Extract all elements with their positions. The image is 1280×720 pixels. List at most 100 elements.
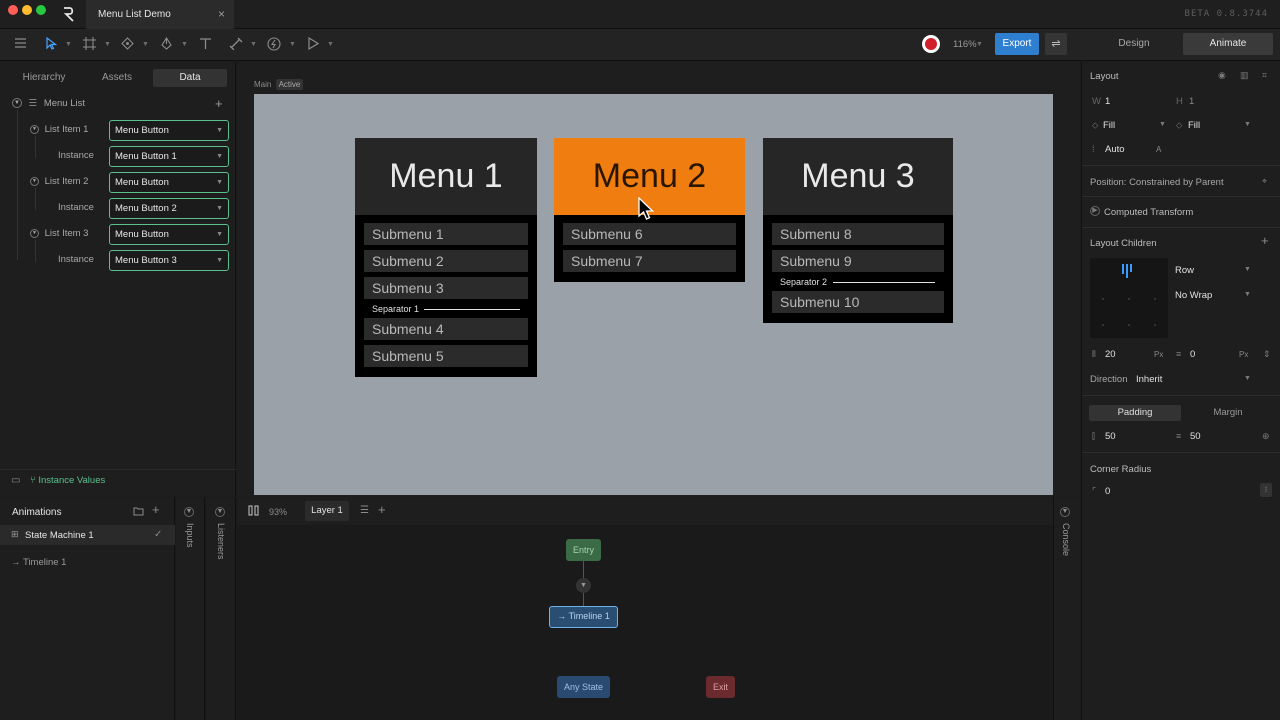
tree-item-instance[interactable]: Instance: [58, 147, 94, 165]
alignment-grid[interactable]: [1090, 258, 1168, 338]
tree-item-list-item-1[interactable]: ▼ List Item 1: [30, 121, 88, 139]
value-field[interactable]: Menu Button 3 ▼: [109, 250, 229, 271]
design-mode-tab[interactable]: Design: [1089, 33, 1179, 55]
tab-margin[interactable]: Margin: [1182, 405, 1274, 421]
gap-unit[interactable]: Px: [1154, 350, 1163, 359]
link-icon[interactable]: ⇕: [1263, 349, 1271, 360]
tab-data[interactable]: Data: [153, 69, 227, 87]
direction-select[interactable]: Row: [1175, 265, 1194, 276]
chevron-down-icon[interactable]: ▼: [1159, 121, 1166, 128]
tree-item-instance[interactable]: Instance: [58, 199, 94, 217]
close-window-button[interactable]: [8, 5, 18, 15]
layout-icon[interactable]: ▥: [1240, 70, 1249, 81]
menu-1[interactable]: Menu 1 Submenu 1 Submenu 2 Submenu 3 Sep…: [355, 138, 537, 377]
breadcrumb-main[interactable]: Main: [254, 80, 271, 89]
value-field[interactable]: Menu Button 1 ▼: [109, 146, 229, 167]
menu-icon[interactable]: [14, 37, 27, 52]
menu-title[interactable]: Menu 3: [763, 138, 953, 215]
chevron-down-icon[interactable]: ▼: [576, 578, 591, 593]
inputs-label[interactable]: Inputs: [185, 523, 195, 548]
gap-field[interactable]: 20: [1105, 349, 1116, 360]
play-icon[interactable]: [307, 36, 320, 53]
tree-item-instance[interactable]: Instance: [58, 251, 94, 269]
chevron-down-icon[interactable]: ▼: [30, 228, 39, 238]
submenu-item[interactable]: Submenu 5: [364, 345, 528, 367]
height-field[interactable]: 1: [1189, 96, 1194, 107]
tab-assets[interactable]: Assets: [80, 69, 154, 87]
close-tab-icon[interactable]: ×: [218, 0, 225, 29]
panel-toggle-icon[interactable]: ▭: [11, 475, 20, 486]
padding-vertical-field[interactable]: 50: [1190, 431, 1201, 442]
chevron-down-icon[interactable]: ▼: [1060, 507, 1070, 517]
value-field[interactable]: Menu Button ▼: [109, 172, 229, 193]
maximize-window-button[interactable]: [36, 5, 46, 15]
chevron-right-icon[interactable]: ▶: [1090, 206, 1100, 216]
submenu-item[interactable]: Submenu 7: [563, 250, 736, 272]
value-field[interactable]: Menu Button ▼: [109, 224, 229, 245]
animate-mode-tab[interactable]: Animate: [1183, 33, 1273, 55]
submenu-item[interactable]: Submenu 3: [364, 277, 528, 299]
chevron-down-icon[interactable]: ▼: [142, 41, 149, 48]
instance-values-link[interactable]: ⑂ Instance Values: [30, 475, 105, 486]
bone-icon[interactable]: [229, 37, 243, 53]
submenu-item[interactable]: Submenu 8: [772, 223, 944, 245]
row-gap-field[interactable]: 0: [1190, 349, 1195, 360]
chevron-down-icon[interactable]: ▼: [1244, 375, 1251, 382]
menu-3[interactable]: Menu 3 Submenu 8 Submenu 9 Separator 2 S…: [763, 138, 953, 323]
submenu-item[interactable]: Submenu 1: [364, 223, 528, 245]
chevron-down-icon[interactable]: ▼: [12, 98, 22, 109]
resize-icon[interactable]: ⌗: [1262, 70, 1267, 81]
value-field[interactable]: Menu Button ▼: [109, 120, 229, 141]
swap-icon[interactable]: ⇌: [1045, 33, 1067, 55]
artboard[interactable]: Menu 1 Submenu 1 Submenu 2 Submenu 3 Sep…: [254, 94, 1053, 495]
chevron-down-icon[interactable]: ▼: [327, 41, 334, 48]
width-fill-select[interactable]: Fill: [1103, 120, 1115, 131]
submenu-item[interactable]: Submenu 4: [364, 318, 528, 340]
corner-link-icon[interactable]: ⁝: [1260, 483, 1272, 497]
submenu-item[interactable]: Submenu 10: [772, 291, 944, 313]
list-item[interactable]: → Timeline 1: [11, 557, 66, 568]
tree-root[interactable]: ▼ ☰ Menu List +: [12, 95, 232, 113]
list-item[interactable]: ⊞ State Machine 1 ✓: [0, 525, 175, 545]
chevron-down-icon[interactable]: ▼: [104, 41, 111, 48]
chevron-down-icon[interactable]: ▼: [289, 41, 296, 48]
tab-padding[interactable]: Padding: [1089, 405, 1181, 421]
timeline-node[interactable]: → Timeline 1: [549, 606, 618, 628]
zoom-level[interactable]: 116%: [953, 39, 977, 50]
add-icon[interactable]: +: [378, 502, 386, 517]
tree-item-list-item-3[interactable]: ▼ List Item 3: [30, 225, 88, 243]
add-icon[interactable]: +: [215, 95, 223, 113]
row-gap-unit[interactable]: Px: [1239, 350, 1248, 359]
pause-icon[interactable]: [248, 505, 259, 519]
chevron-down-icon[interactable]: ▼: [30, 124, 39, 134]
computed-transform-label[interactable]: Computed Transform: [1104, 207, 1193, 218]
chevron-down-icon[interactable]: ▼: [184, 507, 194, 517]
frame-icon[interactable]: [83, 37, 96, 53]
folder-icon[interactable]: [133, 506, 144, 519]
list-icon[interactable]: ☰: [360, 505, 369, 516]
layer-tab[interactable]: Layer 1: [305, 501, 349, 521]
avatar[interactable]: [922, 35, 940, 53]
height-fill-select[interactable]: Fill: [1188, 120, 1200, 131]
app-logo-icon[interactable]: [62, 6, 76, 22]
any-state-node[interactable]: Any State: [557, 676, 610, 698]
chevron-down-icon[interactable]: ▼: [65, 41, 72, 48]
add-icon[interactable]: +: [152, 502, 160, 517]
tree-item-list-item-2[interactable]: ▼ List Item 2: [30, 173, 88, 191]
listeners-label[interactable]: Listeners: [216, 523, 226, 560]
direction-inherit-select[interactable]: Inherit: [1136, 374, 1162, 385]
chevron-down-icon[interactable]: ▼: [1244, 266, 1251, 273]
tab-hierarchy[interactable]: Hierarchy: [7, 69, 81, 87]
minimize-window-button[interactable]: [22, 5, 32, 15]
auto-field[interactable]: Auto: [1105, 144, 1125, 155]
eye-icon[interactable]: ◉: [1218, 70, 1226, 81]
chevron-down-icon[interactable]: ▼: [976, 41, 983, 48]
exit-node[interactable]: Exit: [706, 676, 735, 698]
select-icon[interactable]: [45, 36, 58, 53]
chevron-down-icon[interactable]: ▼: [1244, 121, 1251, 128]
chevron-down-icon[interactable]: ▼: [1244, 291, 1251, 298]
wrap-select[interactable]: No Wrap: [1175, 290, 1212, 301]
submenu-item[interactable]: Submenu 9: [772, 250, 944, 272]
console-label[interactable]: Console: [1061, 523, 1071, 556]
export-button[interactable]: Export: [995, 33, 1039, 55]
